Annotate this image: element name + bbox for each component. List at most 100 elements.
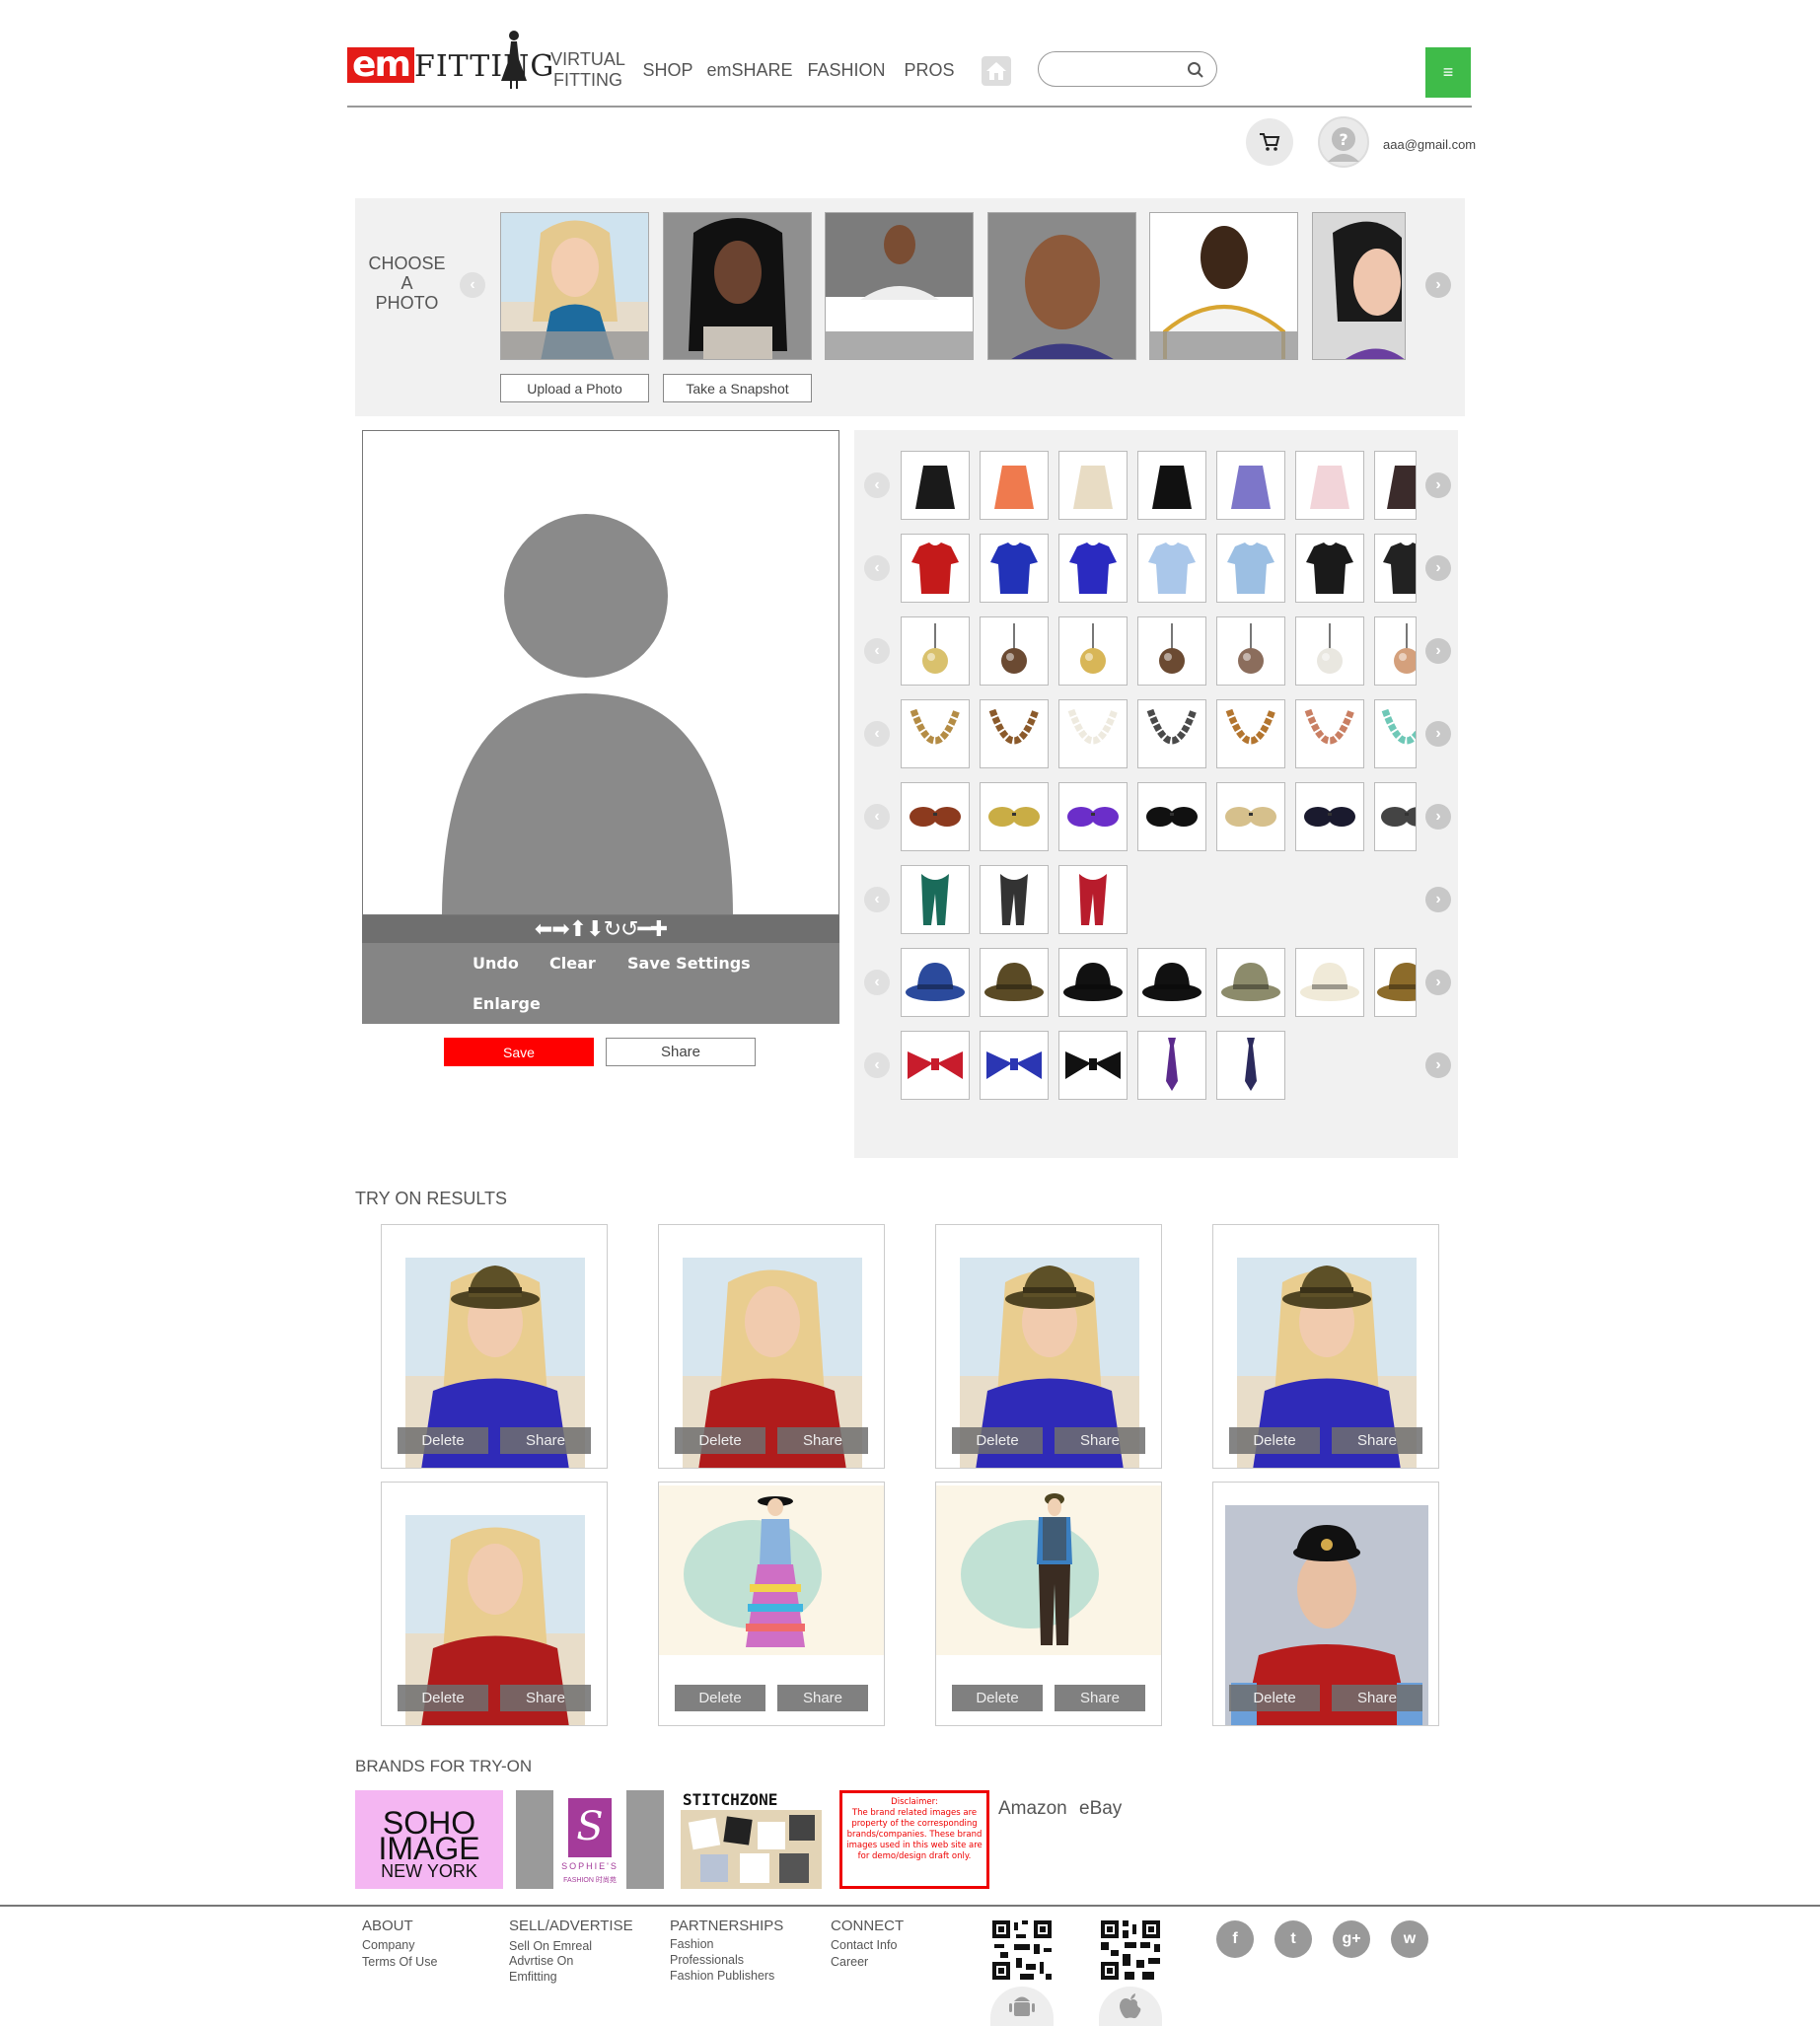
brand-sophies-fashion[interactable]: S SOPHIE'S FASHION 时尚苑 bbox=[516, 1790, 664, 1889]
footer-sell-head[interactable]: SELL/ADVERTISE bbox=[509, 1917, 633, 1934]
result-share-button[interactable]: Share bbox=[1055, 1427, 1145, 1454]
catalog-item-tops[interactable] bbox=[980, 534, 1049, 603]
footer-link-advertise-on[interactable]: Advrtise On bbox=[509, 1953, 573, 1969]
catalog-next-button-skirts[interactable]: › bbox=[1425, 472, 1451, 498]
catalog-next-button-necklaces[interactable]: › bbox=[1425, 721, 1451, 747]
catalog-item-sunglasses[interactable] bbox=[1058, 782, 1128, 851]
catalog-next-button-scarves[interactable]: › bbox=[1425, 887, 1451, 912]
catalog-item-earrings[interactable] bbox=[1137, 616, 1206, 686]
result-delete-button[interactable]: Delete bbox=[1229, 1685, 1320, 1711]
catalog-item-earrings[interactable] bbox=[1216, 616, 1285, 686]
nav-virtual-fitting[interactable]: VIRTUAL FITTING bbox=[548, 47, 627, 93]
nav-emshare[interactable]: emSHARE bbox=[706, 47, 792, 93]
twitter-button[interactable]: t bbox=[1274, 1920, 1312, 1958]
catalog-item-skirts[interactable] bbox=[1058, 451, 1128, 520]
catalog-item-earrings[interactable] bbox=[901, 616, 970, 686]
tryon-result-card[interactable]: Delete Share bbox=[381, 1482, 608, 1726]
logo-fitting[interactable]: FITTING bbox=[414, 47, 554, 87]
result-share-button[interactable]: Share bbox=[777, 1427, 868, 1454]
apple-download-button[interactable] bbox=[1099, 1987, 1162, 2026]
catalog-prev-button-ties[interactable]: ‹ bbox=[864, 1052, 890, 1078]
catalog-item-sunglasses[interactable] bbox=[1295, 782, 1364, 851]
menu-button[interactable]: ≡ bbox=[1425, 47, 1471, 98]
user-avatar-button[interactable]: ? bbox=[1318, 116, 1369, 168]
brand-stitchzone[interactable]: STITCHZONE bbox=[681, 1790, 822, 1889]
search-icon[interactable] bbox=[1187, 61, 1204, 79]
tryon-result-card[interactable]: Delete Share bbox=[935, 1224, 1162, 1469]
tryon-result-card[interactable]: Delete Share bbox=[381, 1224, 608, 1469]
transform-controls[interactable]: ⬅➡⬆⬇↻↺━✚ bbox=[362, 915, 839, 943]
fitting-canvas[interactable] bbox=[362, 430, 839, 915]
catalog-prev-button-skirts[interactable]: ‹ bbox=[864, 472, 890, 498]
catalog-item-hats[interactable] bbox=[1374, 948, 1417, 1017]
catalog-item-necklaces[interactable] bbox=[980, 699, 1049, 768]
catalog-item-hats[interactable] bbox=[901, 948, 970, 1017]
footer-about-head[interactable]: ABOUT bbox=[362, 1917, 413, 1934]
photo-prev-button[interactable]: ‹ bbox=[460, 272, 485, 298]
catalog-item-earrings[interactable] bbox=[980, 616, 1049, 686]
catalog-item-ties[interactable] bbox=[1058, 1031, 1128, 1100]
undo-button[interactable]: Undo bbox=[473, 954, 519, 973]
catalog-item-sunglasses[interactable] bbox=[1216, 782, 1285, 851]
result-share-button[interactable]: Share bbox=[1055, 1685, 1145, 1711]
catalog-item-sunglasses[interactable] bbox=[1137, 782, 1206, 851]
catalog-item-hats[interactable] bbox=[1137, 948, 1206, 1017]
catalog-item-hats[interactable] bbox=[1295, 948, 1364, 1017]
catalog-item-scarves[interactable] bbox=[901, 865, 970, 934]
google-plus-button[interactable]: g+ bbox=[1333, 1920, 1370, 1958]
tryon-result-card[interactable]: Delete Share bbox=[658, 1224, 885, 1469]
take-snapshot-button[interactable]: Take a Snapshot bbox=[663, 374, 812, 402]
footer-link-terms[interactable]: Terms Of Use bbox=[362, 1954, 437, 1970]
result-delete-button[interactable]: Delete bbox=[398, 1685, 488, 1711]
result-delete-button[interactable]: Delete bbox=[398, 1427, 488, 1454]
photo-next-button[interactable]: › bbox=[1425, 272, 1451, 298]
catalog-item-sunglasses[interactable] bbox=[901, 782, 970, 851]
photo-thumb-4[interactable] bbox=[987, 212, 1136, 360]
tryon-result-card[interactable]: Delete Share bbox=[1212, 1224, 1439, 1469]
save-settings-button[interactable]: Save Settings bbox=[627, 954, 751, 973]
catalog-prev-button-earrings[interactable]: ‹ bbox=[864, 638, 890, 664]
user-email[interactable]: aaa@gmail.com bbox=[1383, 137, 1476, 152]
photo-thumb-2[interactable] bbox=[663, 212, 812, 360]
brand-soho-image[interactable]: SOHO IMAGE NEW YORK bbox=[355, 1790, 503, 1889]
catalog-item-tops[interactable] bbox=[1216, 534, 1285, 603]
tryon-result-card[interactable]: Delete Share bbox=[1212, 1482, 1439, 1726]
catalog-item-sunglasses[interactable] bbox=[1374, 782, 1417, 851]
catalog-item-earrings[interactable] bbox=[1295, 616, 1364, 686]
catalog-item-necklaces[interactable] bbox=[1058, 699, 1128, 768]
catalog-next-button-hats[interactable]: › bbox=[1425, 970, 1451, 995]
footer-connect-head[interactable]: CONNECT bbox=[831, 1917, 904, 1934]
catalog-item-ties[interactable] bbox=[901, 1031, 970, 1100]
footer-link-professionals[interactable]: Professionals bbox=[670, 1952, 744, 1968]
result-share-button[interactable]: Share bbox=[500, 1427, 591, 1454]
catalog-item-hats[interactable] bbox=[980, 948, 1049, 1017]
catalog-item-skirts[interactable] bbox=[1137, 451, 1206, 520]
facebook-button[interactable]: f bbox=[1216, 1920, 1254, 1958]
catalog-item-skirts[interactable] bbox=[980, 451, 1049, 520]
catalog-item-tops[interactable] bbox=[1058, 534, 1128, 603]
catalog-prev-button-tops[interactable]: ‹ bbox=[864, 555, 890, 581]
nav-shop[interactable]: SHOP bbox=[643, 47, 693, 93]
catalog-item-ties[interactable] bbox=[1216, 1031, 1285, 1100]
footer-link-emfitting[interactable]: Emfitting bbox=[509, 1969, 557, 1985]
result-share-button[interactable]: Share bbox=[1332, 1427, 1422, 1454]
search-box[interactable] bbox=[1038, 51, 1217, 87]
photo-thumb-6[interactable] bbox=[1312, 212, 1406, 360]
result-share-button[interactable]: Share bbox=[500, 1685, 591, 1711]
catalog-item-tops[interactable] bbox=[1374, 534, 1417, 603]
brand-amazon-link[interactable]: Amazon bbox=[998, 1798, 1067, 1820]
logo-em[interactable]: em bbox=[347, 47, 414, 83]
catalog-item-scarves[interactable] bbox=[980, 865, 1049, 934]
catalog-next-button-earrings[interactable]: › bbox=[1425, 638, 1451, 664]
photo-thumb-5[interactable] bbox=[1149, 212, 1298, 360]
catalog-item-skirts[interactable] bbox=[1216, 451, 1285, 520]
catalog-item-hats[interactable] bbox=[1216, 948, 1285, 1017]
catalog-item-skirts[interactable] bbox=[1295, 451, 1364, 520]
tryon-result-card[interactable]: Delete Share bbox=[935, 1482, 1162, 1726]
catalog-prev-button-hats[interactable]: ‹ bbox=[864, 970, 890, 995]
qr-code-apple-icon[interactable] bbox=[1099, 1918, 1162, 1982]
result-delete-button[interactable]: Delete bbox=[1229, 1427, 1320, 1454]
save-button[interactable]: Save bbox=[444, 1038, 594, 1066]
catalog-item-tops[interactable] bbox=[1295, 534, 1364, 603]
brand-ebay-link[interactable]: eBay bbox=[1079, 1798, 1122, 1820]
